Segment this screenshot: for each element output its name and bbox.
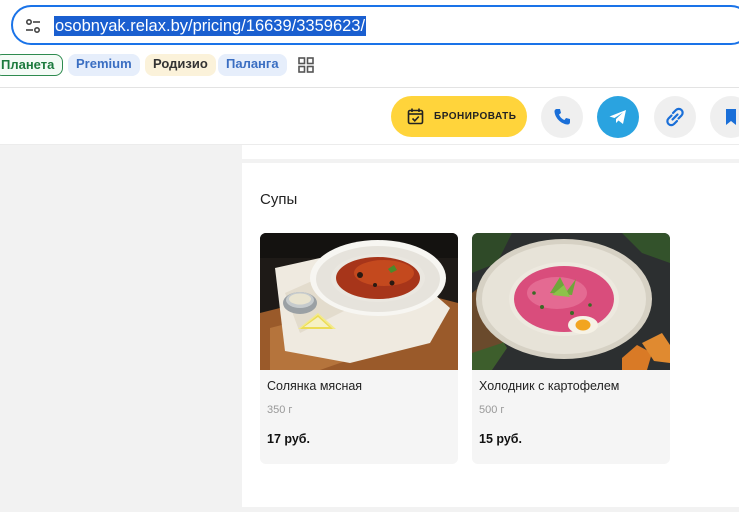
solyanka-soup-photo bbox=[260, 233, 458, 370]
address-bar[interactable]: osobnyak.relax.by/pricing/16639/3359623/ bbox=[11, 5, 739, 45]
site-header: БРОНИРОВАТЬ bbox=[0, 88, 739, 145]
menu-section: Супы Солянка мясная 350 г 17 руб. Холодн… bbox=[242, 145, 739, 512]
dish-card-solyanka[interactable]: Солянка мясная 350 г 17 руб. bbox=[260, 233, 458, 464]
book-button[interactable]: БРОНИРОВАТЬ bbox=[391, 96, 527, 137]
calendar-check-icon bbox=[407, 108, 424, 125]
section-divider bbox=[242, 159, 739, 163]
dish-weight: 350 г bbox=[267, 404, 293, 416]
telegram-button[interactable] bbox=[597, 96, 639, 138]
phone-button[interactable] bbox=[541, 96, 583, 138]
bookmark-rodizio[interactable]: Родизио bbox=[145, 54, 216, 76]
left-panel bbox=[0, 145, 242, 512]
bookmark-planeta[interactable]: Планета bbox=[0, 54, 64, 76]
dish-price: 15 руб. bbox=[479, 432, 522, 446]
apps-grid-icon[interactable] bbox=[298, 57, 314, 73]
dish-name: Холодник с картофелем bbox=[479, 379, 620, 393]
browser-toolbar: osobnyak.relax.by/pricing/16639/3359623/ bbox=[0, 0, 739, 50]
link-icon bbox=[666, 107, 684, 127]
dish-name: Солянка мясная bbox=[267, 379, 363, 393]
bookmark-palanga[interactable]: Паланга bbox=[218, 54, 287, 76]
tune-icon[interactable] bbox=[25, 18, 41, 34]
telegram-icon bbox=[609, 110, 626, 124]
share-link-button[interactable] bbox=[654, 96, 696, 138]
dish-price: 17 руб. bbox=[267, 432, 310, 446]
bookmark-premium[interactable]: Premium bbox=[68, 54, 140, 76]
section-title: Супы bbox=[260, 191, 298, 208]
dish-weight: 500 г bbox=[479, 404, 505, 416]
section-divider bbox=[242, 507, 739, 512]
phone-icon bbox=[554, 109, 570, 125]
bookmark-icon bbox=[726, 109, 736, 125]
kholodnik-soup-photo bbox=[472, 233, 670, 370]
book-button-label: БРОНИРОВАТЬ bbox=[434, 111, 517, 122]
bookmark-button[interactable] bbox=[710, 96, 739, 138]
bookmarks-bar: Планета Premium Родизио Паланга bbox=[0, 50, 739, 88]
url-text[interactable]: osobnyak.relax.by/pricing/16639/3359623/ bbox=[54, 16, 367, 36]
dish-card-kholodnik[interactable]: Холодник с картофелем 500 г 15 руб. bbox=[472, 233, 670, 464]
